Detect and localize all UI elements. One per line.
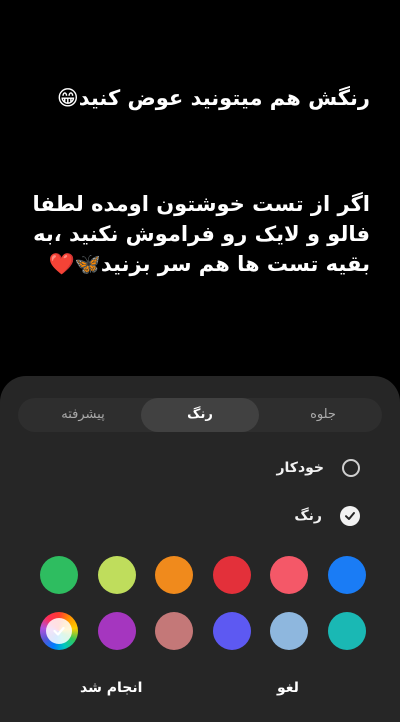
tab-effect[interactable]: جلوه: [264, 398, 382, 432]
tab-bar: پیشرفته رنگ جلوه: [18, 398, 382, 432]
message-line-4: بقیه تست ها هم سر بزنید🦋❤️: [48, 252, 370, 276]
option-color[interactable]: رنگ: [294, 502, 360, 530]
done-button[interactable]: انجام شد: [80, 680, 142, 696]
color-row-2: [40, 612, 366, 650]
cancel-button[interactable]: لغو: [277, 680, 299, 696]
color-swatch[interactable]: [155, 556, 194, 594]
color-swatch[interactable]: [327, 612, 366, 650]
color-swatch[interactable]: [155, 612, 194, 650]
color-swatch[interactable]: [270, 612, 309, 650]
check-icon: [46, 618, 72, 644]
message-line-2: اگر از تست خوشتون اومده لطفا: [32, 192, 370, 216]
message-line-1: رنگش هم میتونید عوض کنید😁: [56, 86, 370, 110]
radio-checked-icon: [340, 506, 360, 526]
option-auto-label: خودکار: [276, 460, 324, 476]
color-swatch[interactable]: [97, 556, 136, 594]
color-picker-icon[interactable]: [40, 612, 78, 650]
color-swatch[interactable]: [212, 612, 251, 650]
tab-color[interactable]: رنگ: [141, 398, 259, 432]
color-swatch[interactable]: [97, 612, 136, 650]
color-bottom-sheet: پیشرفته رنگ جلوه خودکار رنگ انجام شد لغو: [0, 376, 400, 722]
screen: رنگش هم میتونید عوض کنید😁 اگر از تست خوش…: [0, 0, 400, 722]
message-paragraph: اگر از تست خوشتون اومده لطفا فالو و لایک…: [20, 189, 370, 279]
tab-advanced[interactable]: پیشرفته: [24, 398, 142, 432]
color-swatch[interactable]: [327, 556, 366, 594]
message-line-3: فالو و لایک رو فراموش نکنید ،به: [33, 222, 370, 246]
radio-unchecked-icon: [342, 459, 360, 477]
message-text: رنگش هم میتونید عوض کنید😁 اگر از تست خوش…: [20, 84, 370, 279]
color-swatch[interactable]: [40, 556, 78, 594]
option-auto[interactable]: خودکار: [276, 454, 360, 482]
color-row-1: [40, 556, 366, 594]
option-color-label: رنگ: [294, 508, 322, 524]
color-swatch[interactable]: [270, 556, 309, 594]
color-swatch[interactable]: [212, 556, 251, 594]
